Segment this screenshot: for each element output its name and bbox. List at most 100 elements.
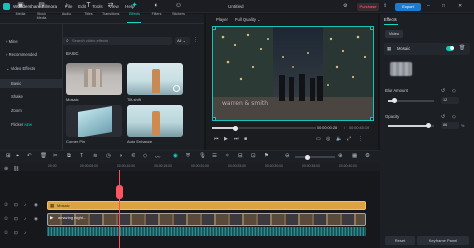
keyframe-icon[interactable]: ◇ — [452, 114, 456, 120]
lock-icon[interactable]: ⊡ — [14, 202, 18, 208]
snapshot-icon[interactable]: ◎ — [326, 136, 330, 142]
tab-effects[interactable]: ✦ Effects — [126, 1, 143, 21]
video-clip[interactable] — [47, 213, 366, 226]
mosaic-preset-thumb[interactable] — [390, 62, 412, 76]
crop-icon[interactable]: ⧉ — [67, 153, 71, 160]
resize-handle[interactable] — [212, 26, 216, 30]
video-chip[interactable]: Video — [385, 30, 403, 38]
tab-stock-media[interactable]: ▤ Stock Media — [33, 1, 50, 21]
more-icon[interactable]: ⋮ — [193, 37, 198, 43]
marker-icon[interactable]: ⚑ — [264, 153, 269, 159]
split-icon[interactable]: ✂ — [53, 153, 58, 159]
effect-thumb-tilt-shift[interactable] — [127, 63, 183, 95]
stop-icon[interactable]: ■ — [244, 136, 247, 142]
settings-icon[interactable]: ⚙ — [365, 153, 370, 159]
color-icon[interactable]: ◑ — [119, 153, 122, 159]
layout-icon[interactable]: ⊞ — [6, 153, 11, 159]
effect-thumb-mosaic[interactable] — [66, 63, 122, 95]
shield-icon[interactable]: ⛨ — [186, 153, 190, 160]
add-track-icon[interactable]: ⊕ — [4, 166, 8, 172]
zoom-slider-handle[interactable] — [305, 154, 310, 160]
tab-media[interactable]: ▣ Media — [12, 1, 29, 21]
next-frame-icon[interactable]: ⏭ — [234, 136, 239, 142]
effect-thumb-auto-enhance[interactable] — [127, 105, 183, 137]
download-icon[interactable] — [173, 85, 180, 92]
mic-icon[interactable]: 🎙 — [199, 153, 206, 159]
sidebar-item-mine[interactable]: › Mine — [0, 37, 62, 46]
blur-slider-handle[interactable] — [391, 98, 397, 104]
more-options-icon[interactable]: ⋮ — [358, 136, 363, 142]
sidebar-item-zoom[interactable]: Zoom — [0, 106, 62, 115]
list-icon[interactable]: ☰ — [212, 153, 217, 159]
zoom-in-icon[interactable]: ⊕ — [338, 153, 343, 159]
playhead-line[interactable] — [119, 170, 120, 248]
resize-handle[interactable] — [212, 117, 216, 121]
purchase-button[interactable]: Purchase — [357, 2, 379, 11]
link-icon[interactable]: ⛓ — [13, 166, 19, 172]
adjust-icon[interactable]: ⚟ — [131, 153, 136, 159]
audio-waveform[interactable] — [47, 227, 366, 236]
export-button[interactable]: Export — [395, 2, 421, 11]
timer-icon[interactable]: ◷ — [106, 153, 111, 159]
eye-icon[interactable]: ◉ — [34, 202, 38, 208]
delete-icon[interactable]: 🗑 — [40, 153, 47, 159]
filter-dropdown[interactable]: All ⌄ — [175, 37, 190, 45]
undo-icon[interactable]: ↶ — [27, 153, 32, 159]
audio-icon[interactable]: ♪ — [24, 230, 26, 235]
keyframe-icon[interactable]: ◇ — [452, 88, 456, 94]
keyframe-icon[interactable]: ◇ — [143, 153, 147, 159]
search-input[interactable]: Search video effects — [63, 37, 172, 45]
tab-effects-properties[interactable]: Effects — [384, 17, 397, 22]
delete-icon[interactable]: 🗑 — [459, 45, 465, 51]
reset-icon[interactable]: ↺ — [441, 88, 445, 94]
snap-icon[interactable]: ⊡ — [251, 153, 256, 159]
reset-button[interactable]: Reset — [385, 236, 415, 245]
render-icon[interactable]: ◉ — [173, 153, 178, 159]
audio-wave-icon[interactable]: 〰 — [155, 153, 160, 161]
opacity-slider-handle[interactable] — [425, 123, 431, 129]
ai-icon[interactable]: ✧ — [225, 153, 230, 159]
upload-icon[interactable]: ⇪ — [383, 3, 387, 9]
reset-icon[interactable]: ↺ — [441, 114, 445, 120]
select-icon[interactable]: ⌖ — [16, 153, 19, 160]
tab-titles[interactable]: T Titles — [80, 1, 97, 21]
effect-clip[interactable] — [47, 201, 366, 210]
timeline-ruler[interactable] — [0, 163, 380, 171]
blur-value-input[interactable]: 12 — [441, 97, 459, 104]
split-screen-icon[interactable]: ⊟ — [238, 153, 243, 159]
maximize-icon[interactable]: □ — [442, 3, 445, 9]
minimize-icon[interactable]: – — [427, 3, 430, 9]
lock-icon[interactable]: ⊡ — [14, 230, 18, 236]
sidebar-item-basic[interactable]: Basic — [0, 79, 62, 88]
text-icon[interactable]: T — [80, 153, 83, 159]
effect-thumb-corner-pin[interactable] — [66, 105, 122, 137]
settings-icon[interactable]: ⚙ — [343, 3, 347, 9]
zoom-slider-track[interactable] — [295, 156, 335, 158]
scrubber-handle[interactable] — [232, 125, 238, 131]
volume-icon[interactable]: 🔈 — [336, 136, 342, 142]
audio-icon[interactable]: ♪ — [24, 202, 26, 207]
opacity-value-input[interactable]: 86 — [441, 122, 459, 129]
close-icon[interactable]: ✕ — [458, 3, 462, 9]
sidebar-item-video-effects[interactable]: ⌄ Video Effects — [0, 64, 62, 73]
tab-stickers[interactable]: ☺ Stickers — [170, 1, 187, 21]
sidebar-item-shake[interactable]: Shake — [0, 92, 62, 101]
zoom-out-icon[interactable]: ⊖ — [285, 153, 290, 159]
sidebar-item-flicker[interactable]: Flicker NEW — [0, 120, 62, 129]
screen-icon[interactable]: ▭ — [316, 136, 321, 142]
keyframe-panel-button[interactable]: Keyframe Panel — [417, 236, 469, 245]
fullscreen-icon[interactable]: ⤢ — [347, 136, 351, 142]
fit-icon[interactable]: ▦ — [352, 153, 357, 159]
resize-handle[interactable] — [370, 117, 374, 121]
lock-icon[interactable]: ⊡ — [14, 216, 18, 222]
ripple-icon[interactable]: ≋ — [93, 153, 98, 159]
eye-icon[interactable]: ◉ — [34, 216, 38, 222]
sidebar-item-recommended[interactable]: › Recommended — [0, 50, 62, 59]
resize-handle[interactable] — [370, 26, 374, 30]
play-icon[interactable]: ▶ — [224, 136, 228, 142]
audio-icon[interactable]: ♪ — [24, 216, 26, 221]
tab-audio[interactable]: ♪ Audio — [58, 1, 75, 21]
playhead-handle[interactable] — [116, 185, 123, 199]
prev-frame-icon[interactable]: ⏮ — [214, 136, 219, 142]
quality-dropdown[interactable]: Full Quality ⌄ — [235, 17, 261, 22]
